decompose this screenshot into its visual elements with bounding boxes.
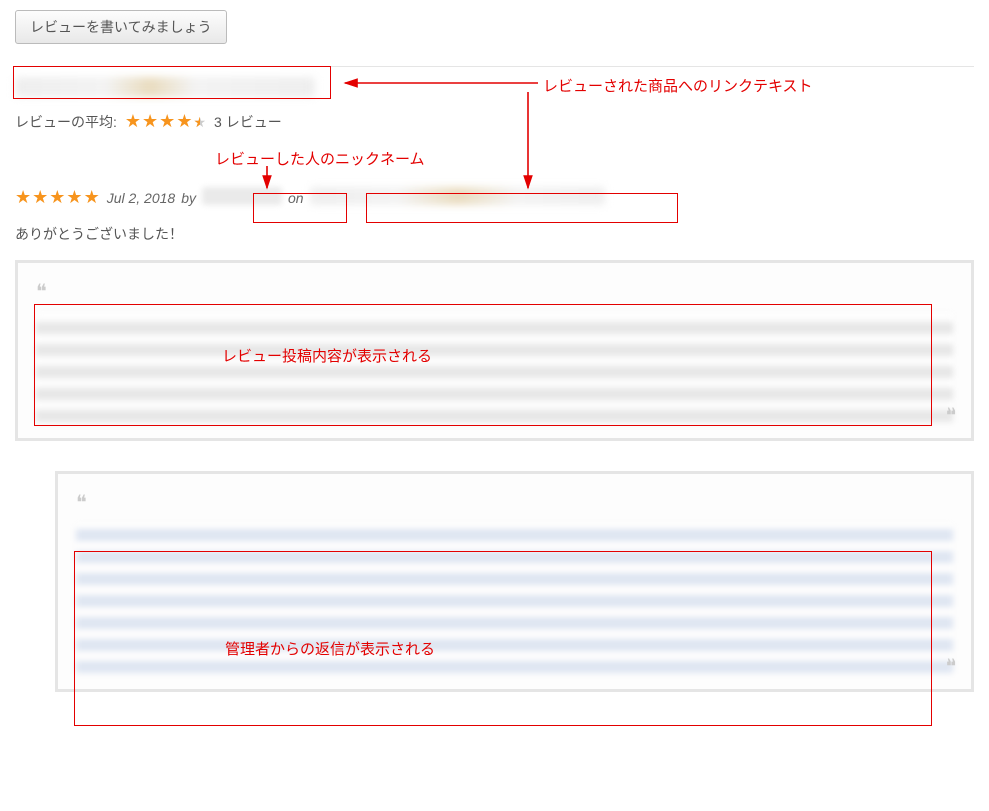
star-icon: ★	[49, 187, 66, 207]
reviewer-nickname[interactable]	[202, 187, 282, 205]
star-icon: ★	[159, 111, 176, 131]
quote-open-icon: ❝	[76, 492, 87, 514]
star-icon: ★	[142, 111, 159, 131]
admin-reply-placeholder	[76, 523, 953, 673]
star-icon: ★	[15, 187, 32, 207]
review-body-placeholder	[36, 312, 953, 422]
average-label: レビューの平均:	[15, 112, 117, 132]
by-label: by	[181, 190, 196, 206]
review-header: ★★★★★ Jul 2, 2018 by on	[15, 187, 974, 208]
rating-average-row: レビューの平均: ★★★★★ 3 レビュー	[15, 111, 974, 132]
admin-reply-box: ❝ ❝	[55, 471, 974, 692]
quote-open-icon: ❝	[36, 281, 47, 303]
review-title: ありがとうございました！	[15, 224, 974, 244]
quote-close-icon: ❝	[946, 403, 957, 428]
average-count: 3 レビュー	[214, 112, 282, 132]
quote-close-icon: ❝	[946, 654, 957, 679]
star-icon: ★	[84, 187, 101, 207]
reviewed-product-link[interactable]	[310, 187, 605, 205]
product-link-placeholder[interactable]	[15, 77, 315, 97]
star-icon: ★	[66, 187, 83, 207]
write-review-button[interactable]: レビューを書いてみましょう	[15, 10, 227, 44]
star-icon: ★	[32, 187, 49, 207]
review-date: Jul 2, 2018	[107, 190, 176, 206]
on-label: on	[288, 190, 304, 206]
review-stars: ★★★★★	[15, 187, 101, 208]
review-body-box: ❝ ❝	[15, 260, 974, 441]
divider	[15, 66, 974, 67]
star-icon: ★	[176, 111, 193, 131]
star-icon: ★	[125, 111, 142, 131]
star-half-icon: ★	[193, 114, 206, 131]
review-page: レビューを書いてみましょう レビューの平均: ★★★★★ 3 レビュー ★★★★…	[0, 0, 989, 702]
average-stars: ★★★★★	[125, 111, 206, 132]
